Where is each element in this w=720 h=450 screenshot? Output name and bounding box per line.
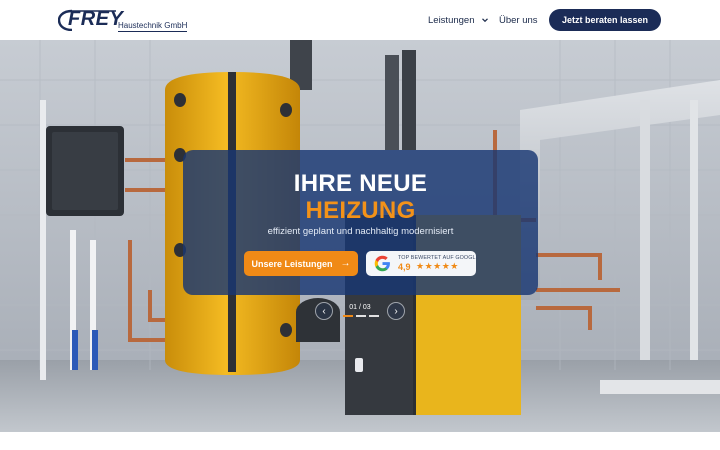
slider-dot[interactable] xyxy=(356,315,366,317)
rating-stars-icon: ★★★★★ xyxy=(416,261,459,271)
chevron-down-icon xyxy=(482,18,489,23)
slider-dot[interactable] xyxy=(369,315,379,317)
unsere-leistungen-button[interactable]: Unsere Leistungen → xyxy=(244,251,358,276)
slider-next-button[interactable]: › xyxy=(387,302,405,320)
logo-subtitle: Haustechnik GmbH xyxy=(118,21,188,32)
slider-dot[interactable] xyxy=(343,315,353,317)
nav-item-ueber-uns[interactable]: Über uns xyxy=(499,0,538,40)
slider-prev-button[interactable]: ‹ xyxy=(315,302,333,320)
slider-dots xyxy=(343,315,379,318)
unsere-leistungen-label: Unsere Leistungen xyxy=(251,258,333,269)
hero-subtitle: effizient geplant und nachhaltig moderni… xyxy=(267,226,454,237)
hero-section: IHRE NEUE HEIZUNG effizient geplant und … xyxy=(0,40,720,432)
logo-name: FREY xyxy=(68,8,124,30)
hero-title-line1: IHRE NEUE xyxy=(293,170,428,197)
beraten-lassen-button[interactable]: Jetzt beraten lassen xyxy=(549,9,661,31)
chevron-right-icon: › xyxy=(394,305,398,317)
google-rating-badge[interactable]: TOP BEWERTET AUF GOOGLE 4,9 ★★★★★ xyxy=(366,251,479,276)
hero-title-line2: HEIZUNG xyxy=(305,197,416,224)
frey-logo[interactable]: FREY Haustechnik GmbH xyxy=(58,8,188,34)
site-header: FREY Haustechnik GmbH Leistungen Über un… xyxy=(0,0,720,40)
nav-item-leistungen[interactable]: Leistungen xyxy=(428,0,489,40)
slide-counter: 01 / 03 xyxy=(349,304,371,311)
chevron-left-icon: ‹ xyxy=(322,305,326,317)
nav-leistungen-label: Leistungen xyxy=(428,14,475,26)
google-g-icon xyxy=(374,255,390,272)
google-rating-value: 4,9 xyxy=(398,262,411,272)
arrow-right-icon: → xyxy=(340,258,351,269)
nav-ueber-uns-label: Über uns xyxy=(499,14,538,26)
below-fold-section xyxy=(0,432,720,450)
